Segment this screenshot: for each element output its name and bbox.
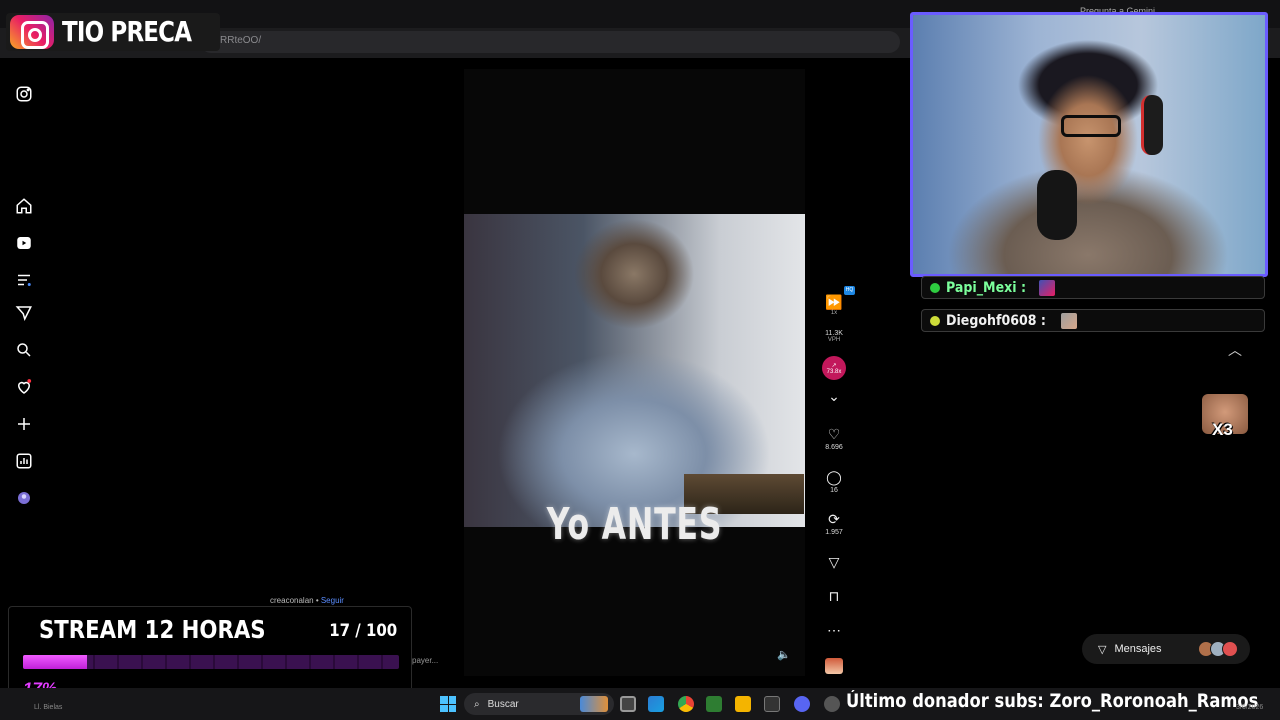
vph-stat: 11.3K VPH: [816, 328, 852, 343]
profile-avatar[interactable]: [14, 488, 34, 508]
video-author-credit: creaconalan • Seguir: [270, 596, 344, 605]
glasses-shape: [1061, 115, 1121, 137]
bookmark-icon: ⊓: [828, 588, 840, 604]
volume-icon[interactable]: 🔈: [777, 648, 791, 662]
url-text: RRteOO/: [220, 35, 262, 46]
chat-username: Diegohf0608 :: [946, 312, 1046, 329]
discord-icon[interactable]: [794, 696, 810, 712]
reel-actions: HQ ⏩ 1x 11.3K VPH ↗ 73.8x ⌄ ♡ 8.696 ◯ 16…: [816, 286, 855, 676]
windows-start-icon[interactable]: [440, 696, 456, 712]
search-placeholder: Buscar: [487, 698, 519, 710]
settings-icon[interactable]: [824, 696, 840, 712]
comment-count: 16: [830, 487, 838, 494]
repost-button[interactable]: ⟳ 1.957: [816, 511, 852, 536]
donor-ticker: Último donador subs: Zoro_Roronoah_Ramos: [846, 690, 1259, 712]
chat-username: Papi_Mexi :: [946, 279, 1027, 296]
headset-shape: [1141, 95, 1163, 155]
badge-dot-icon: [930, 315, 940, 326]
send-icon: ▽: [1098, 643, 1107, 656]
address-bar[interactable]: RRteOO/: [200, 31, 900, 53]
like-count: 8.696: [825, 444, 843, 451]
taskbar-clock: 3/6/2026: [1236, 704, 1264, 711]
streamer-brand-badge: TIO PRECA: [6, 13, 220, 51]
goal-progress-bar: [23, 655, 399, 669]
messages-label: Mensajes: [1114, 643, 1162, 655]
store-icon[interactable]: [764, 696, 780, 712]
instagram-icon[interactable]: [14, 84, 34, 104]
goal-title: STREAM 12 HORAS: [39, 615, 266, 644]
player-text: payer...: [412, 656, 439, 665]
speed-value: 1x: [830, 310, 838, 316]
chevron-up-icon[interactable]: ︿: [1222, 340, 1248, 360]
chat-emote: [1061, 312, 1078, 329]
file-explorer-icon[interactable]: [735, 696, 751, 712]
more-options-button[interactable]: ⋯: [816, 622, 852, 638]
instagram-sidebar: [0, 58, 48, 698]
plus-icon[interactable]: [14, 414, 34, 434]
share-button[interactable]: ▽: [816, 554, 852, 570]
more-icon: ⋯: [827, 622, 841, 638]
messages-button[interactable]: ▽ Mensajes: [1082, 634, 1250, 664]
video-frame: [464, 214, 805, 527]
messages-avatars: [1198, 641, 1238, 657]
chrome-icon[interactable]: [678, 696, 694, 712]
trend-arrow-icon: ↗: [831, 362, 837, 369]
audio-thumbnail[interactable]: [825, 658, 843, 674]
goal-count: 17 / 100: [329, 621, 397, 641]
combo-count: X3: [1212, 420, 1233, 439]
trend-value: 73.8x: [826, 368, 842, 375]
streamer-name: TIO PRECA: [62, 15, 192, 48]
speed-control[interactable]: ⏩ 1x: [816, 294, 852, 316]
like-button[interactable]: ♡ 8.696: [816, 426, 852, 451]
search-icon[interactable]: [14, 340, 34, 360]
comment-button[interactable]: ◯ 16: [816, 469, 852, 494]
send-icon: ▽: [828, 554, 840, 570]
chat-message: Papi_Mexi :: [921, 276, 1265, 299]
fast-forward-icon: ⏩: [825, 294, 843, 310]
instagram-logo-icon: [10, 15, 54, 49]
save-button[interactable]: ⊓: [816, 588, 852, 604]
verified-dot-icon: [930, 282, 940, 293]
home-icon[interactable]: [14, 196, 34, 216]
windows-taskbar: Ll. Bielas ⌕ Buscar Último donador subs:…: [0, 688, 1280, 720]
widget-icon[interactable]: [580, 696, 608, 712]
search-icon: ⌕: [474, 698, 480, 710]
vph-value: 11.3K: [825, 330, 843, 337]
follow-button[interactable]: Seguir: [321, 596, 344, 605]
copilot-icon[interactable]: [648, 696, 664, 712]
heart-icon: ♡: [827, 426, 841, 442]
combo-emote: X3: [1202, 394, 1248, 442]
reel-video-player[interactable]: Yo ANTES 🔈: [464, 69, 805, 676]
excel-icon[interactable]: [706, 696, 722, 712]
repost-icon: ⟳: [828, 511, 840, 527]
chat-emote: [1038, 279, 1055, 296]
task-view-icon[interactable]: [620, 696, 636, 712]
video-caption: Yo ANTES: [546, 499, 723, 550]
trend-badge: ↗ 73.8x: [822, 356, 846, 380]
avatar: [1222, 641, 1238, 657]
author-name[interactable]: creaconalan: [270, 596, 314, 605]
send-icon[interactable]: [14, 303, 34, 323]
stats-icon[interactable]: [14, 451, 34, 471]
reels-icon[interactable]: [14, 233, 34, 253]
chevron-down-icon: ⌄: [828, 388, 840, 404]
streamer-webcam: [910, 12, 1268, 277]
comment-icon: ◯: [826, 469, 842, 485]
chat-message: Diegohf0608 :: [921, 309, 1265, 332]
weather-location: Ll. Bielas: [34, 704, 63, 711]
expand-actions-button[interactable]: ⌄: [816, 388, 852, 404]
repost-count: 1.957: [825, 529, 843, 536]
feed-icon[interactable]: [14, 270, 34, 290]
goal-progress-fill: [23, 655, 87, 669]
vph-label: VPH: [827, 337, 841, 343]
microphone-shape: [1037, 170, 1077, 240]
heart-icon[interactable]: [14, 377, 34, 397]
